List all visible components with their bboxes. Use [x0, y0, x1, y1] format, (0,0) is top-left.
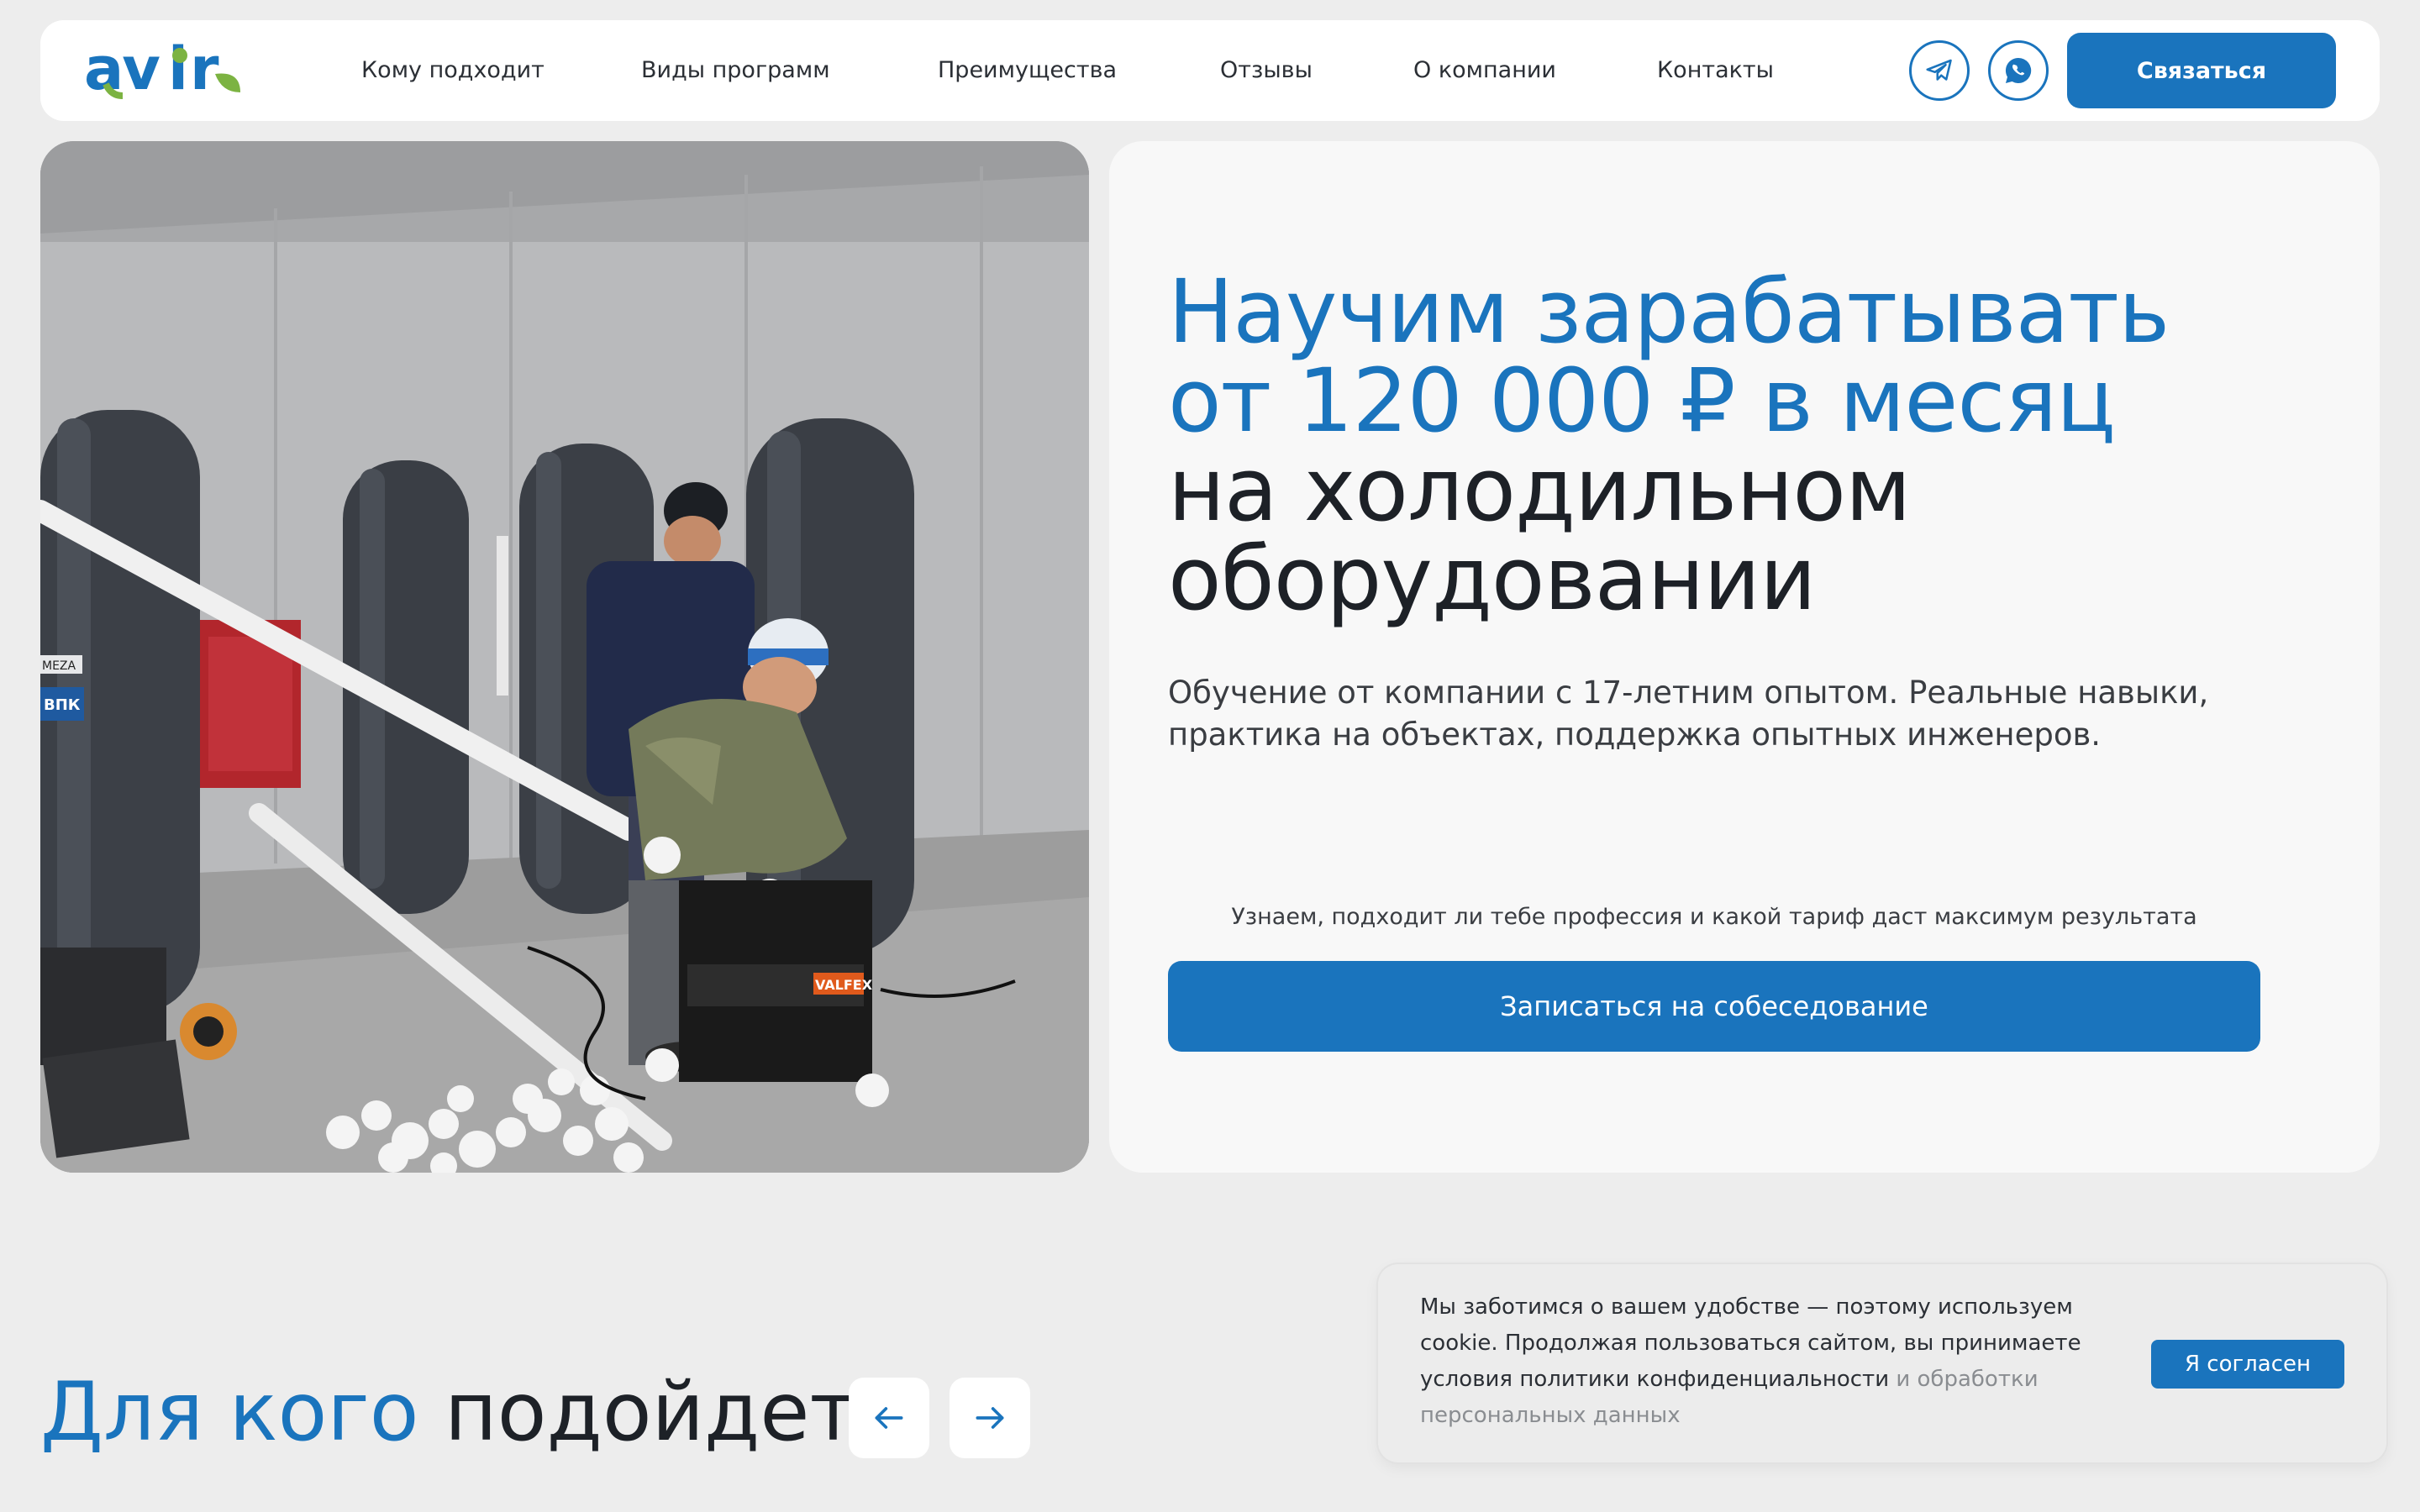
section-title-blue: Для кого	[40, 1365, 419, 1459]
arrow-right-icon	[976, 1407, 1004, 1429]
section-title: Для кого подойдет	[40, 1366, 856, 1458]
contact-button[interactable]: Связаться	[2067, 33, 2336, 108]
telegram-button[interactable]	[1909, 40, 1970, 101]
hero-subtitle: Обучение от компании с 17-летним опытом.…	[1168, 675, 2209, 753]
section-title-dark: подойдет	[445, 1365, 857, 1459]
cookie-accept-button[interactable]: Я согласен	[2151, 1340, 2344, 1389]
carousel-next-button[interactable]	[950, 1378, 1030, 1458]
whatsapp-button[interactable]	[1988, 40, 2049, 101]
hero-card: Научим зарабатывать от 120 000 ₽ в месяц…	[1109, 141, 2380, 1173]
hero-title: Научим зарабатывать от 120 000 ₽ в месяц…	[1168, 267, 2260, 623]
hero-title-line2: от 120 000 ₽ в месяц	[1168, 349, 2116, 452]
site-header: av i r Кому подходит Виды программ Преим…	[40, 20, 2380, 121]
signup-interview-button[interactable]: Записаться на собеседование	[1168, 961, 2260, 1052]
photo-label-meza: MEZA	[42, 659, 76, 673]
nav-item-programs[interactable]: Виды программ	[641, 20, 830, 121]
page: av i r Кому подходит Виды программ Преим…	[0, 0, 2420, 1512]
telegram-icon	[1926, 59, 1952, 81]
nav-item-who[interactable]: Кому подходит	[361, 20, 544, 121]
hero-photo: MEZA ВПК VALFEX	[40, 141, 1089, 1173]
hero-title-line1: Научим зарабатывать	[1168, 260, 2170, 363]
photo-label-valfex: VALFEX	[815, 977, 873, 993]
photo-label-vpk: ВПК	[44, 696, 81, 714]
nav-item-reviews[interactable]: Отзывы	[1220, 20, 1313, 121]
hero-title-line3: на холодильном	[1168, 438, 1911, 541]
nav-item-contacts[interactable]: Контакты	[1657, 20, 1774, 121]
hero-hint: Узнаем, подходит ли тебе профессия и как…	[1231, 904, 2197, 930]
hero-title-line4: оборудовании	[1168, 528, 1817, 630]
nav-item-advantages[interactable]: Преимущества	[938, 20, 1117, 121]
cookie-text: Мы заботимся о вашем удобстве — поэтому …	[1420, 1289, 2126, 1434]
nav-item-about[interactable]: О компании	[1413, 20, 1556, 121]
cookie-banner: Мы заботимся о вашем удобстве — поэтому …	[1378, 1264, 2386, 1462]
whatsapp-icon	[2005, 57, 2032, 84]
arrow-left-icon	[875, 1407, 903, 1429]
carousel-prev-button[interactable]	[849, 1378, 929, 1458]
